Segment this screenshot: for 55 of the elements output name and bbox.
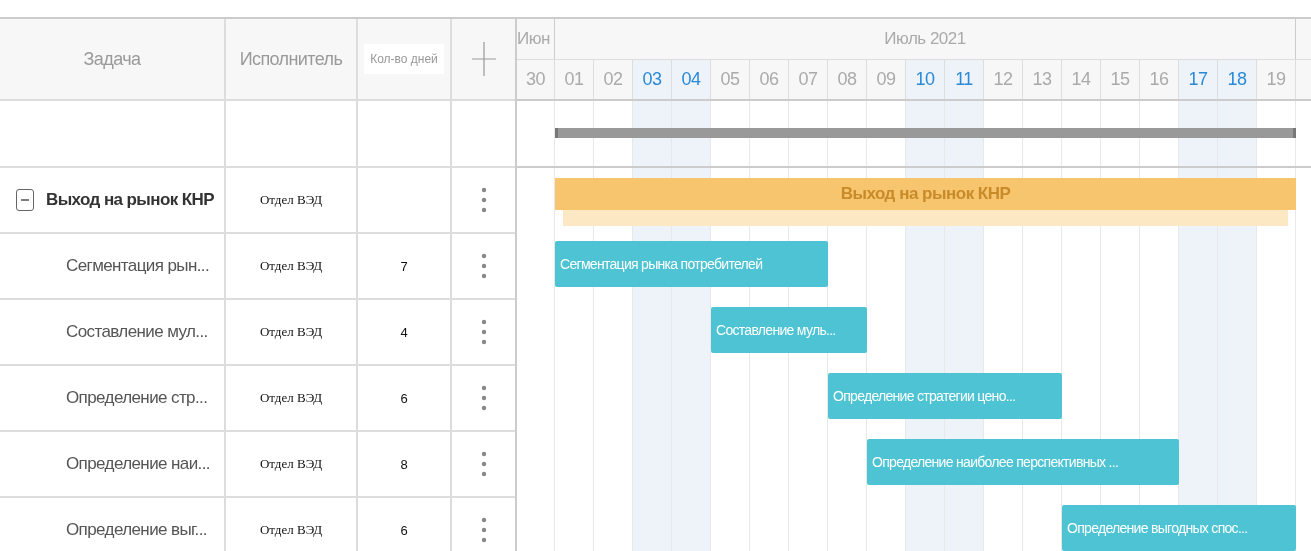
column-header[interactable]: Задача — [83, 48, 141, 70]
more-menu-icon[interactable] — [480, 253, 487, 279]
duration-cell: 7 — [400, 258, 408, 274]
day-label: 19 — [1266, 69, 1286, 90]
assignee-cell: Отдел ВЭД — [259, 192, 323, 208]
more-menu-icon[interactable] — [480, 517, 487, 543]
day-label: 08 — [837, 69, 857, 90]
duration-cell: 4 — [400, 324, 408, 340]
task-name: Составление мул... — [66, 322, 208, 342]
day-label: 17 — [1188, 69, 1208, 90]
task-bar[interactable]: Определение выгодных спос... — [1062, 505, 1296, 551]
task-name: Выход на рынок КНР — [46, 190, 214, 210]
day-label: 12 — [993, 69, 1013, 90]
day-label: 11 — [955, 69, 973, 90]
day-label: 06 — [759, 69, 779, 90]
more-menu-icon[interactable] — [480, 187, 487, 213]
collapse-toggle[interactable] — [16, 189, 34, 211]
day-label: 09 — [876, 69, 896, 90]
duration-cell: 6 — [400, 522, 408, 538]
month-label: Июн — [517, 29, 550, 49]
task-name: Определение выг... — [66, 520, 207, 540]
day-label: 01 — [564, 69, 584, 90]
task-bar[interactable]: Определение наиболее перспективных ... — [867, 439, 1179, 485]
day-label: 16 — [1149, 69, 1169, 90]
assignee-cell: Отдел ВЭД — [259, 324, 323, 340]
duration-cell: 8 — [400, 456, 408, 472]
day-label: 05 — [720, 69, 740, 90]
day-label: 15 — [1110, 69, 1130, 90]
task-bar[interactable]: Составление муль... — [711, 307, 867, 353]
assignee-cell: Отдел ВЭД — [259, 258, 323, 274]
column-header[interactable]: Кол-во дней — [364, 44, 444, 74]
assignee-cell: Отдел ВЭД — [259, 456, 323, 472]
more-menu-icon[interactable] — [480, 385, 487, 411]
assignee-cell: Отдел ВЭД — [259, 522, 323, 538]
day-label: 04 — [681, 69, 701, 90]
day-label: 13 — [1032, 69, 1052, 90]
day-label: 07 — [798, 69, 818, 90]
more-menu-icon[interactable] — [480, 451, 487, 477]
task-name: Сегментация рын... — [66, 256, 210, 276]
day-label: 10 — [915, 69, 935, 90]
column-header[interactable]: Исполнитель — [239, 48, 343, 70]
task-name: Определение стр... — [66, 388, 208, 408]
day-label: 14 — [1071, 69, 1091, 90]
task-name: Определение наи... — [66, 454, 210, 474]
more-menu-icon[interactable] — [480, 319, 487, 345]
task-bar[interactable]: Сегментация рынка потребителей — [555, 241, 828, 287]
summary-bar-label: Выход на рынок КНР — [840, 184, 1011, 204]
duration-cell: 6 — [400, 390, 408, 406]
assignee-cell: Отдел ВЭД — [259, 390, 323, 406]
day-label: 30 — [526, 69, 545, 90]
day-label: 03 — [642, 69, 662, 90]
month-label: Июль 2021 — [884, 29, 966, 49]
task-bar[interactable]: Определение стратегии цено... — [828, 373, 1062, 419]
day-label: 18 — [1227, 69, 1247, 90]
day-label: 02 — [603, 69, 623, 90]
